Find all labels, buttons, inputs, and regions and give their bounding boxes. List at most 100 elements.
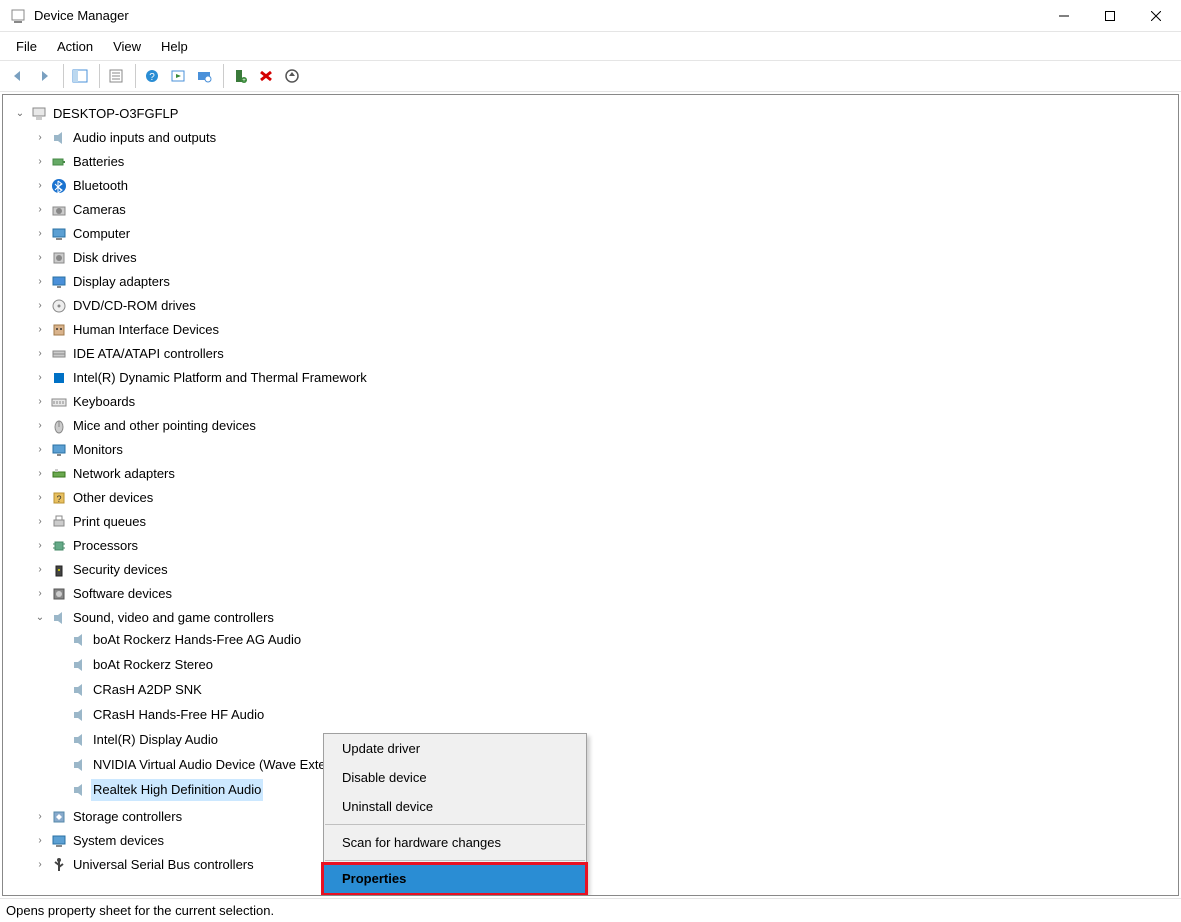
expand-icon[interactable]: › <box>33 539 47 553</box>
expand-icon[interactable]: › <box>33 858 47 872</box>
expand-icon[interactable]: ⌄ <box>13 107 27 121</box>
context-menu-item[interactable]: Scan for hardware changes <box>324 828 586 857</box>
tree-category-label: Mice and other pointing devices <box>71 415 258 437</box>
ide-icon <box>51 346 67 362</box>
tree-category[interactable]: › Intel(R) Dynamic Platform and Thermal … <box>33 367 369 389</box>
tree-category[interactable]: › Universal Serial Bus controllers <box>33 854 256 876</box>
cdrom-icon <box>51 298 67 314</box>
expand-icon[interactable]: › <box>33 371 47 385</box>
app-icon <box>10 8 26 24</box>
tree-device[interactable]: Realtek High Definition Audio <box>53 779 263 801</box>
tree-category[interactable]: › Bluetooth <box>33 175 130 197</box>
scan-hardware-button[interactable] <box>192 64 216 88</box>
menubar: File Action View Help <box>0 32 1181 60</box>
speaker-icon <box>51 130 67 146</box>
expand-icon[interactable]: ⌄ <box>33 611 47 625</box>
expand-icon[interactable]: › <box>33 299 47 313</box>
tree-category[interactable]: › DVD/CD-ROM drives <box>33 295 198 317</box>
tree-category[interactable]: › Network adapters <box>33 463 177 485</box>
tree-category[interactable]: › Software devices <box>33 583 174 605</box>
status-text: Opens property sheet for the current sel… <box>6 903 274 918</box>
context-menu-item[interactable]: Disable device <box>324 763 586 792</box>
tree-category-label: IDE ATA/ATAPI controllers <box>71 343 226 365</box>
expand-icon[interactable]: › <box>33 227 47 241</box>
toolbar-separator <box>220 64 224 88</box>
help-button[interactable]: ? <box>140 64 164 88</box>
tree-category[interactable]: › Display adapters <box>33 271 172 293</box>
tree-category[interactable]: › Storage controllers <box>33 806 184 828</box>
tree-category[interactable]: › Cameras <box>33 199 128 221</box>
tree-category[interactable]: › IDE ATA/ATAPI controllers <box>33 343 226 365</box>
tree-category[interactable]: › Print queues <box>33 511 148 533</box>
tree-category[interactable]: › Human Interface Devices <box>33 319 221 341</box>
tree-device[interactable]: boAt Rockerz Stereo <box>53 654 215 676</box>
expand-icon[interactable]: › <box>33 563 47 577</box>
expand-icon[interactable]: › <box>33 810 47 824</box>
context-menu-item[interactable]: Properties <box>324 864 586 893</box>
intel-icon <box>51 370 67 386</box>
expand-icon[interactable]: › <box>33 347 47 361</box>
add-legacy-button[interactable]: + <box>228 64 252 88</box>
back-button[interactable] <box>6 64 30 88</box>
device-tree[interactable]: ⌄ DESKTOP-O3FGFLP › Audio inputs and out… <box>2 94 1179 896</box>
tree-category[interactable]: › Computer <box>33 223 132 245</box>
expand-icon[interactable]: › <box>33 179 47 193</box>
forward-button[interactable] <box>32 64 56 88</box>
tree-category[interactable]: › System devices <box>33 830 166 852</box>
tree-category[interactable]: › Keyboards <box>33 391 137 413</box>
minimize-button[interactable] <box>1041 1 1087 31</box>
tree-device[interactable]: boAt Rockerz Hands-Free AG Audio <box>53 629 303 651</box>
expand-icon[interactable]: › <box>33 467 47 481</box>
expand-icon[interactable]: › <box>33 275 47 289</box>
close-button[interactable] <box>1133 1 1179 31</box>
expand-icon[interactable]: › <box>33 587 47 601</box>
tree-category[interactable]: › Mice and other pointing devices <box>33 415 258 437</box>
update-driver-button[interactable] <box>280 64 304 88</box>
expand-icon[interactable]: › <box>33 203 47 217</box>
expand-icon[interactable]: › <box>33 491 47 505</box>
tree-category[interactable]: ⌄ Sound, video and game controllers <box>33 607 276 629</box>
tree-category[interactable]: › Security devices <box>33 559 170 581</box>
expand-icon[interactable]: › <box>33 515 47 529</box>
context-menu-item[interactable]: Uninstall device <box>324 792 586 821</box>
show-hide-tree-button[interactable] <box>68 64 92 88</box>
expand-icon[interactable]: › <box>33 155 47 169</box>
expand-icon[interactable]: › <box>33 131 47 145</box>
expand-icon[interactable]: › <box>33 419 47 433</box>
tree-category[interactable]: › ? Other devices <box>33 487 155 509</box>
tree-device[interactable]: CRasH Hands-Free HF Audio <box>53 704 266 726</box>
tree-category-label: Bluetooth <box>71 175 130 197</box>
menu-view[interactable]: View <box>103 35 151 58</box>
tree-category-label: Network adapters <box>71 463 177 485</box>
expand-icon[interactable]: › <box>33 443 47 457</box>
computer-icon <box>51 226 67 242</box>
menu-file[interactable]: File <box>6 35 47 58</box>
tree-category[interactable]: › Monitors <box>33 439 125 461</box>
window-title: Device Manager <box>34 8 1041 23</box>
tree-device[interactable]: Intel(R) Display Audio <box>53 729 220 751</box>
context-menu-item[interactable]: Update driver <box>324 734 586 763</box>
menu-help[interactable]: Help <box>151 35 198 58</box>
properties-button[interactable] <box>104 64 128 88</box>
tree-category[interactable]: › Processors <box>33 535 140 557</box>
tree-category[interactable]: › Batteries <box>33 151 126 173</box>
action-button[interactable] <box>166 64 190 88</box>
speaker-icon <box>71 657 87 673</box>
expand-icon[interactable]: › <box>33 251 47 265</box>
expand-icon[interactable]: › <box>33 834 47 848</box>
tree-category-label: Display adapters <box>71 271 172 293</box>
tree-category[interactable]: › Disk drives <box>33 247 139 269</box>
expand-icon[interactable]: › <box>33 395 47 409</box>
processor-icon <box>51 538 67 554</box>
computer-root-icon <box>31 106 47 122</box>
expand-icon[interactable]: › <box>33 323 47 337</box>
tree-category-label: Intel(R) Dynamic Platform and Thermal Fr… <box>71 367 369 389</box>
toolbar: ? + <box>0 60 1181 92</box>
maximize-button[interactable] <box>1087 1 1133 31</box>
storage-icon <box>51 809 67 825</box>
menu-action[interactable]: Action <box>47 35 103 58</box>
tree-device[interactable]: CRasH A2DP SNK <box>53 679 204 701</box>
tree-category[interactable]: › Audio inputs and outputs <box>33 127 218 149</box>
tree-root[interactable]: ⌄ DESKTOP-O3FGFLP <box>13 103 180 125</box>
uninstall-button[interactable] <box>254 64 278 88</box>
